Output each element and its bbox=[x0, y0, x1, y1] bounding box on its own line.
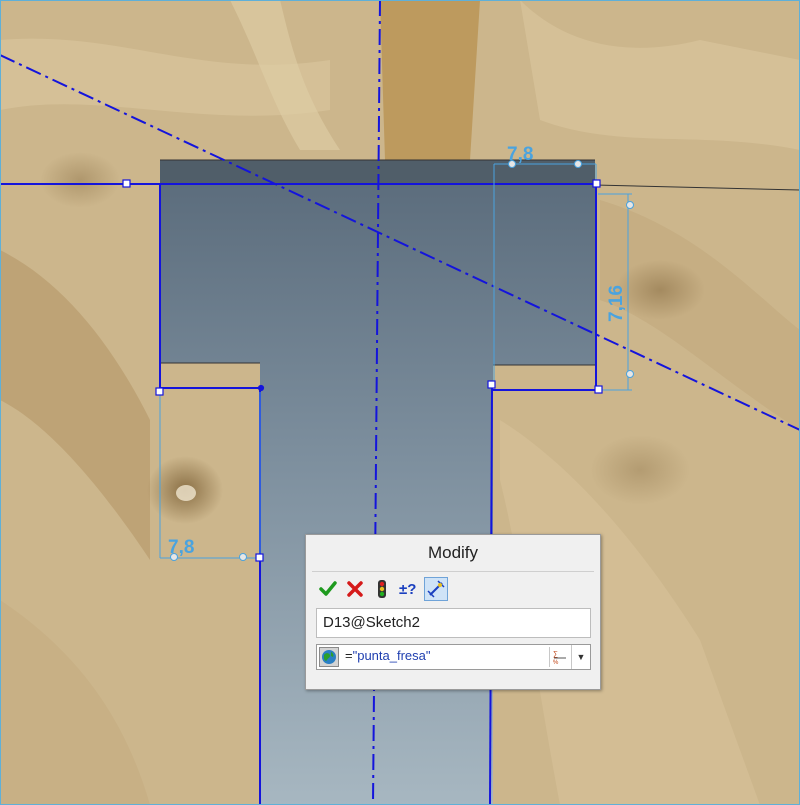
dimension-value-text[interactable]: ="punta_fresa" bbox=[345, 648, 431, 663]
x-icon bbox=[347, 581, 363, 597]
svg-text:±?: ±? bbox=[399, 581, 416, 598]
dim-bottom-left: 7,8 bbox=[168, 537, 194, 558]
ok-button[interactable] bbox=[316, 577, 340, 601]
modify-toolbar: ±? bbox=[316, 575, 448, 603]
svg-text:%: % bbox=[553, 660, 559, 665]
traffic-light-icon bbox=[378, 580, 386, 598]
dimension-name-field[interactable]: D13@Sketch2 bbox=[316, 608, 591, 638]
chevron-down-icon[interactable]: ▼ bbox=[571, 645, 590, 669]
globe-icon[interactable] bbox=[319, 647, 339, 667]
modify-dialog-title: Modify bbox=[312, 535, 594, 572]
check-icon bbox=[319, 581, 337, 596]
rebuild-button[interactable] bbox=[370, 577, 394, 601]
dimension-value-field[interactable]: ="punta_fresa" ∑ % ▼ bbox=[316, 644, 591, 670]
equation-icon[interactable]: ∑ % bbox=[549, 647, 570, 667]
value-equation: "punta_fresa" bbox=[352, 648, 431, 663]
cancel-button[interactable] bbox=[343, 577, 367, 601]
reverse-dimension-button[interactable]: ±? bbox=[397, 577, 421, 601]
svg-text:∑: ∑ bbox=[553, 651, 558, 658]
dim-right-vertical: 7,16 bbox=[606, 285, 627, 322]
dimension-marker-icon bbox=[427, 580, 445, 598]
mark-dimension-button[interactable] bbox=[424, 577, 448, 601]
value-prefix: = bbox=[345, 648, 353, 663]
modify-dialog[interactable]: Modify ±? D13@Sketch2 ="punta_fresa" ∑ %… bbox=[305, 534, 601, 690]
dim-top-right: 7,8 bbox=[507, 144, 533, 165]
plus-minus-question-icon: ±? bbox=[399, 581, 416, 598]
